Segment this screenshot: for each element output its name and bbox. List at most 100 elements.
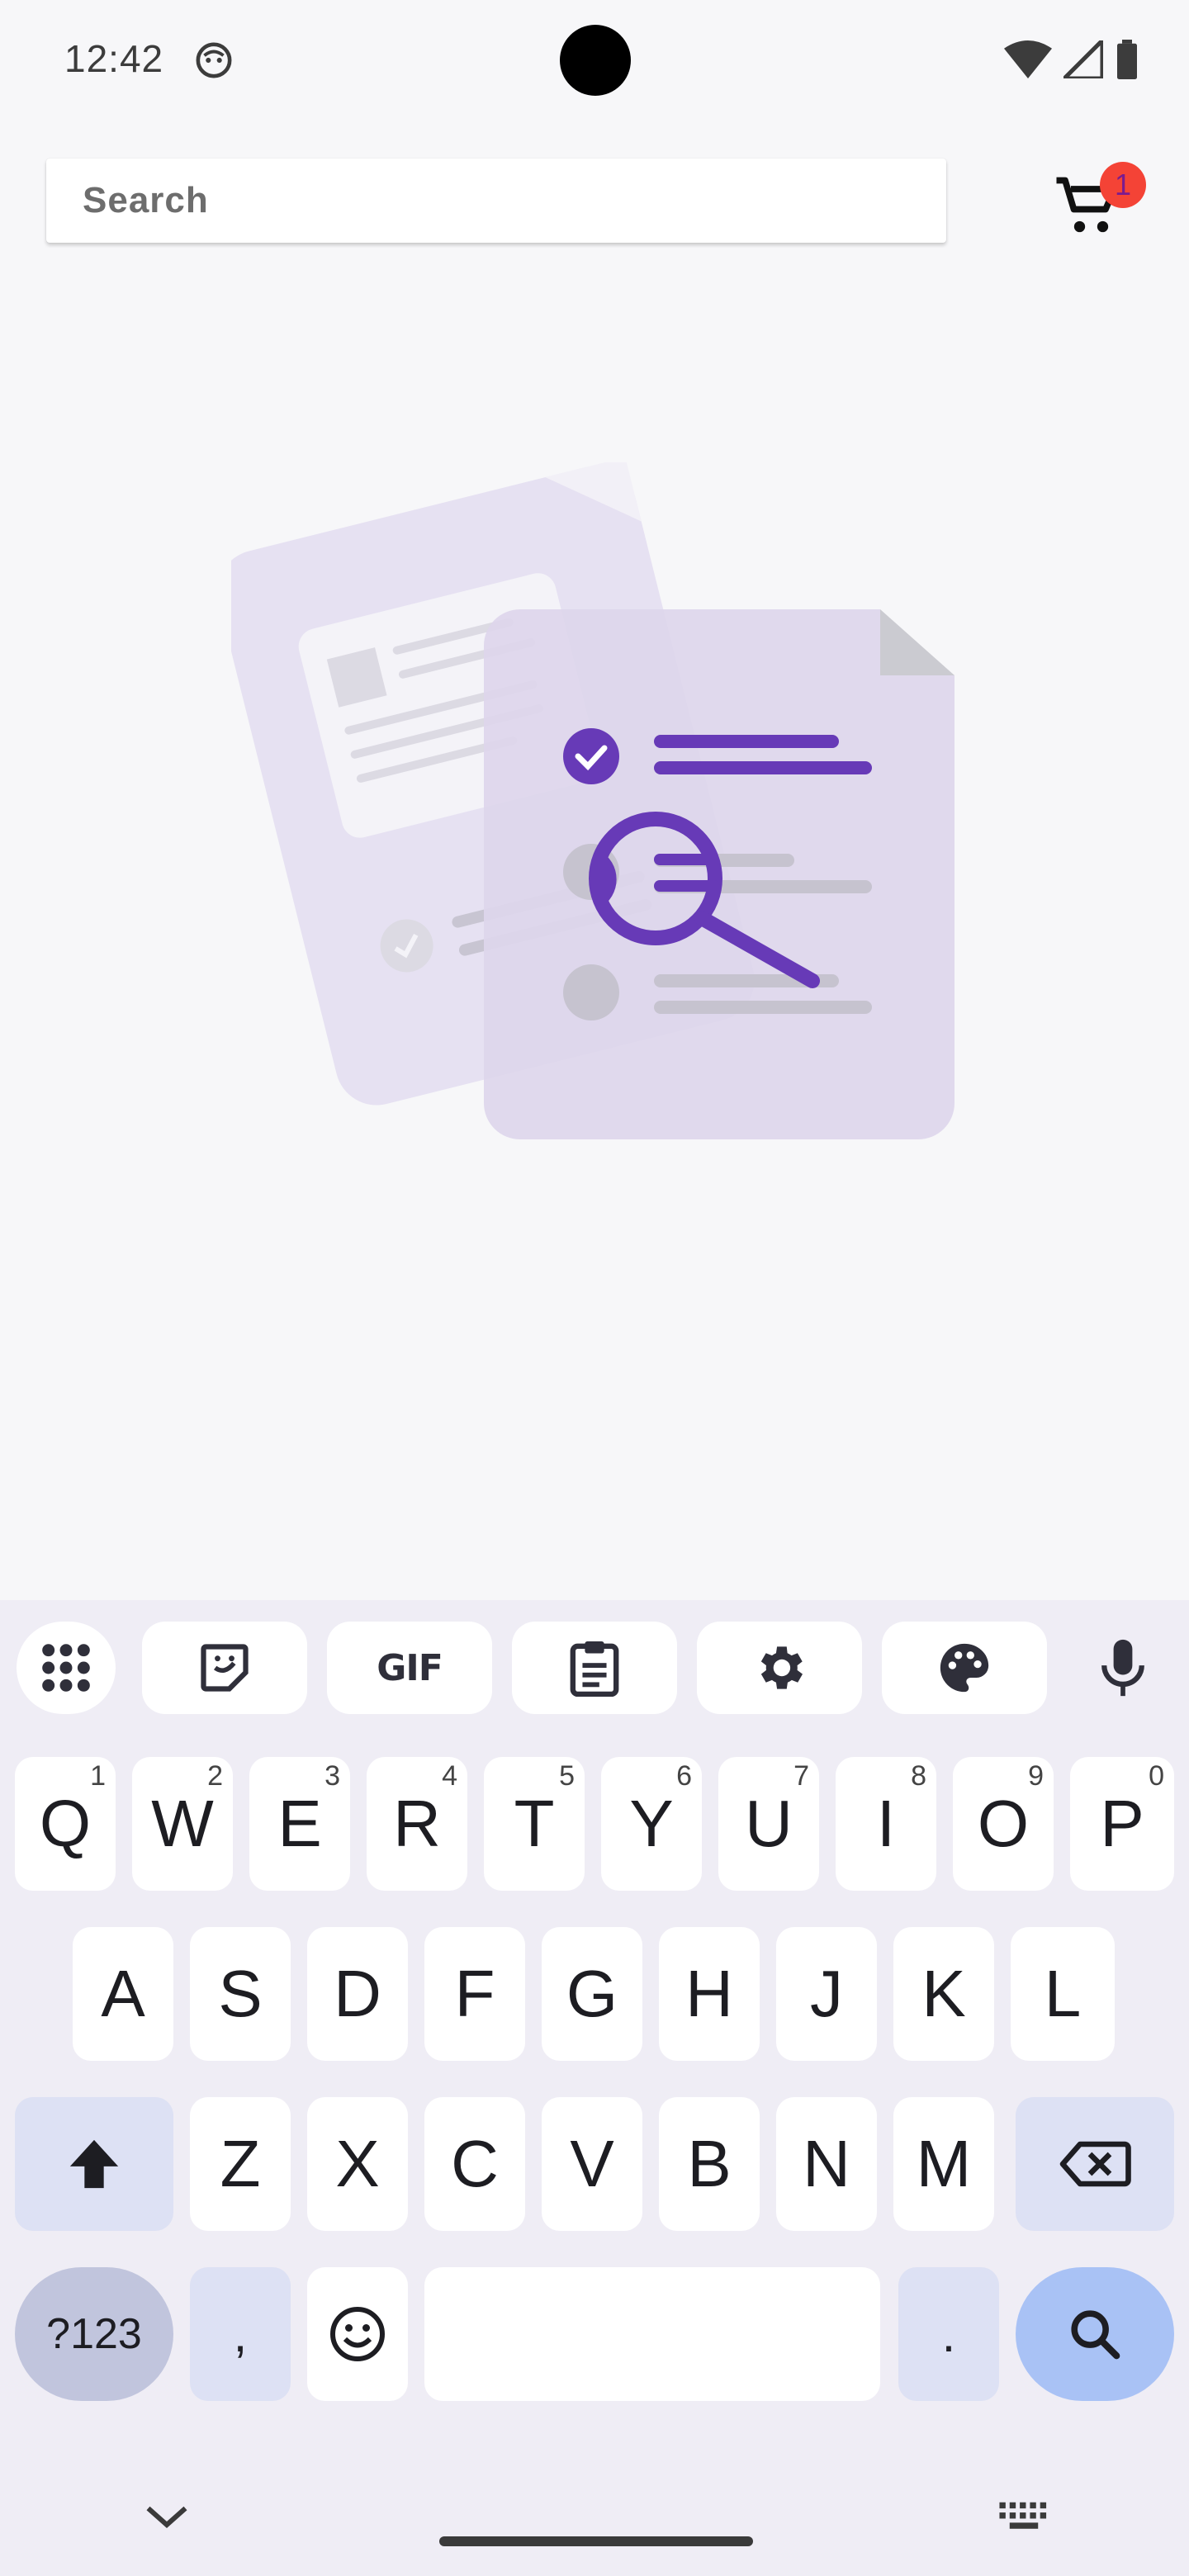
key-label: Y: [629, 1787, 674, 1860]
key-t[interactable]: T5: [484, 1757, 585, 1891]
key-label: ?123: [46, 2310, 142, 2358]
gif-label: GIF: [377, 1646, 443, 1689]
key-label: R: [393, 1787, 441, 1860]
period-key[interactable]: .: [898, 2267, 999, 2401]
key-label: A: [101, 1957, 145, 2030]
key-label: F: [454, 1957, 495, 2030]
settings-icon: [760, 1646, 803, 1689]
sticker-icon: [201, 1644, 249, 1692]
key-a[interactable]: A: [73, 1927, 173, 2061]
search-icon: [1071, 2310, 1120, 2360]
gif-button[interactable]: GIF: [327, 1622, 492, 1714]
key-g[interactable]: G: [542, 1927, 642, 2061]
key-u[interactable]: U7: [718, 1757, 819, 1891]
symbols-key[interactable]: ?123: [15, 2267, 173, 2401]
key-b[interactable]: B: [659, 2097, 760, 2231]
key-label: B: [687, 2127, 732, 2200]
key-k[interactable]: K: [893, 1927, 994, 2061]
key-n[interactable]: N: [776, 2097, 877, 2231]
empty-search-illustration: [231, 462, 955, 1139]
key-hint: 6: [676, 1760, 692, 1792]
key-label: J: [810, 1957, 843, 2030]
key-f[interactable]: F: [424, 1927, 525, 2061]
search-input[interactable]: Search: [46, 159, 946, 243]
key-w[interactable]: W2: [132, 1757, 233, 1891]
hide-keyboard-chevron-icon[interactable]: [142, 2500, 192, 2533]
key-hint: 2: [207, 1760, 223, 1792]
key-hint: 0: [1149, 1760, 1164, 1792]
key-label: P: [1100, 1787, 1144, 1860]
key-label: L: [1044, 1957, 1082, 2030]
key-l[interactable]: L: [1011, 1927, 1115, 2061]
keyboard-switch-icon[interactable]: [997, 2500, 1050, 2533]
key-hint: 4: [442, 1760, 457, 1792]
keyboard: GIF Q 1 W 2 E 3 R 4 T 5 Y 6 U 7 I 8 O 9 …: [0, 1600, 1189, 2576]
backspace-icon: [1059, 2141, 1131, 2187]
home-indicator[interactable]: [439, 2536, 753, 2546]
key-s[interactable]: S: [190, 1927, 291, 2061]
key-v[interactable]: V: [542, 2097, 642, 2231]
mic-icon: [1101, 1639, 1144, 1697]
key-hint: 3: [324, 1760, 340, 1792]
emoji-icon: [330, 2307, 385, 2361]
camera-cutout: [560, 25, 631, 96]
key-y[interactable]: Y6: [601, 1757, 702, 1891]
settings-button[interactable]: [697, 1622, 862, 1714]
mic-button[interactable]: [1073, 1622, 1172, 1714]
key-j[interactable]: J: [776, 1927, 877, 2061]
key-label: T: [514, 1787, 555, 1860]
key-label: X: [335, 2127, 380, 2200]
key-label: O: [977, 1787, 1030, 1860]
palette-icon: [940, 1643, 989, 1693]
key-z[interactable]: Z: [190, 2097, 291, 2231]
key-r[interactable]: R4: [367, 1757, 467, 1891]
key-label: U: [745, 1787, 793, 1860]
key-label: Z: [220, 2127, 261, 2200]
sticker-button[interactable]: [142, 1622, 307, 1714]
key-m[interactable]: M: [893, 2097, 994, 2231]
key-hint: 1: [90, 1760, 106, 1792]
signal-icon: [1063, 40, 1103, 78]
key-label: D: [334, 1957, 381, 2030]
search-enter-key[interactable]: [1016, 2267, 1174, 2401]
key-label: V: [570, 2127, 614, 2200]
theme-button[interactable]: [882, 1622, 1047, 1714]
battery-icon: [1117, 40, 1137, 79]
key-i[interactable]: I8: [836, 1757, 936, 1891]
key-hint: 9: [1028, 1760, 1044, 1792]
shift-key[interactable]: [15, 2097, 173, 2231]
key-label: Q: [39, 1787, 92, 1860]
key-label: W: [151, 1787, 214, 1860]
key-label: ,: [233, 2306, 248, 2362]
backspace-key[interactable]: [1016, 2097, 1174, 2231]
shift-icon: [69, 2139, 119, 2189]
key-hint: 8: [911, 1760, 926, 1792]
apps-grid-button[interactable]: [17, 1622, 116, 1714]
clipboard-button[interactable]: [512, 1622, 677, 1714]
key-label: K: [921, 1957, 966, 2030]
search-placeholder: Search: [83, 180, 209, 220]
key-label: C: [451, 2127, 499, 2200]
cart-count-badge: 1: [1100, 162, 1146, 208]
key-q[interactable]: Q1: [15, 1757, 116, 1891]
key-label: H: [685, 1957, 733, 2030]
key-label: E: [277, 1787, 322, 1860]
key-h[interactable]: H: [659, 1927, 760, 2061]
space-key[interactable]: [424, 2267, 880, 2401]
wifi-icon: [1004, 40, 1052, 78]
apps-grid-icon: [42, 1644, 90, 1692]
key-d[interactable]: D: [307, 1927, 408, 2061]
key-hint: 5: [559, 1760, 575, 1792]
key-x[interactable]: X: [307, 2097, 408, 2231]
key-p[interactable]: P0: [1070, 1757, 1174, 1891]
key-label: M: [916, 2127, 972, 2200]
key-c[interactable]: C: [424, 2097, 525, 2231]
status-icons: [1004, 40, 1139, 79]
comma-key[interactable]: ,: [190, 2267, 291, 2401]
key-label: G: [566, 1957, 618, 2030]
key-o[interactable]: O9: [953, 1757, 1054, 1891]
status-time: 12:42: [64, 37, 164, 80]
key-e[interactable]: E3: [249, 1757, 350, 1891]
emoji-key[interactable]: [307, 2267, 408, 2401]
status-bar: 12:42: [0, 0, 1189, 124]
